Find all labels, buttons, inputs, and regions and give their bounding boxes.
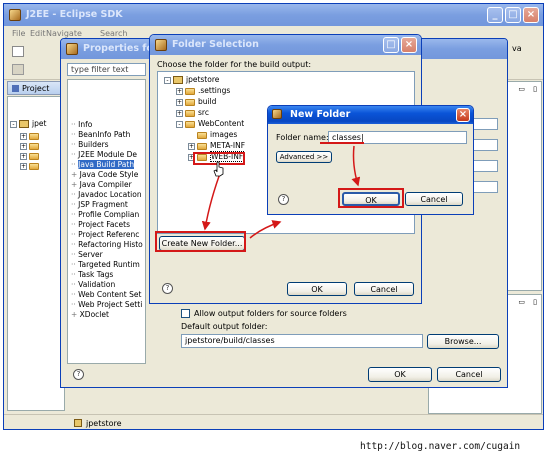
hand-cursor-icon (213, 161, 224, 177)
watermark: http://blog.naver.com/cugain (360, 441, 521, 452)
annotation-arrows (201, 145, 361, 239)
